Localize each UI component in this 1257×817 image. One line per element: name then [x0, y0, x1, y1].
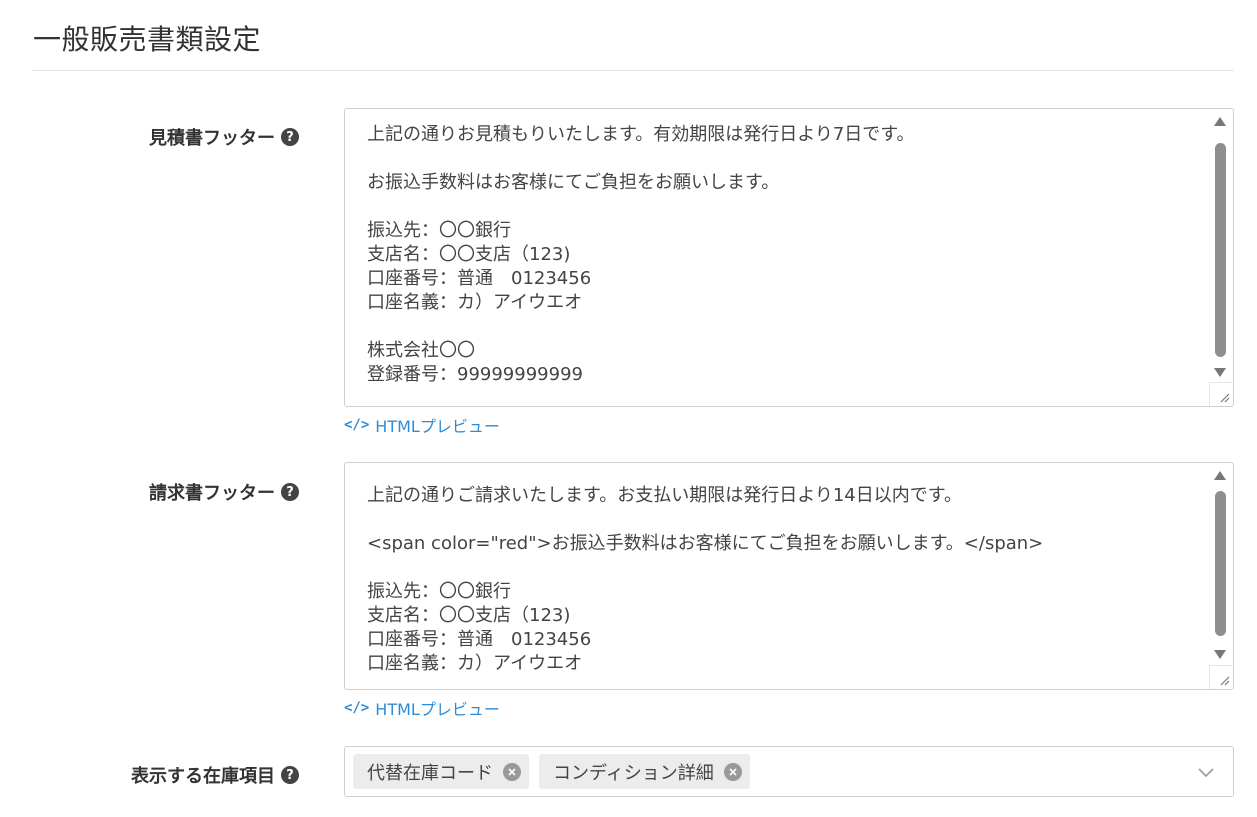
invoice-footer-text[interactable]: 上記の通りご請求いたします。お支払い期限は発行日より14日以内です。 <span… — [367, 484, 1203, 683]
chevron-down-icon[interactable] — [1197, 764, 1215, 783]
invoice-html-preview-link[interactable]: </> HTMLプレビュー — [344, 696, 500, 720]
stock-items-label-text: 表示する在庫項目 — [131, 766, 275, 787]
estimate-footer-label: 見積書フッター ? — [149, 124, 299, 150]
scroll-up-arrow-icon[interactable] — [1214, 117, 1226, 126]
question-circle-icon[interactable]: ? — [281, 483, 299, 501]
invoice-footer-scrollbar[interactable] — [1207, 463, 1233, 689]
estimate-html-preview-label: HTMLプレビュー — [375, 417, 500, 436]
scroll-thumb[interactable] — [1215, 143, 1226, 357]
close-circle-icon[interactable] — [723, 762, 742, 781]
close-circle-icon[interactable] — [503, 762, 521, 781]
invoice-html-preview-label: HTMLプレビュー — [375, 700, 500, 719]
code-icon: </> — [344, 700, 370, 716]
code-icon: </> — [344, 417, 370, 433]
page-title: 一般販売書類設定 — [33, 23, 262, 56]
stock-items-label: 表示する在庫項目 ? — [131, 762, 299, 788]
title-divider — [32, 70, 1234, 71]
estimate-footer-textarea[interactable]: 上記の通りお見積もりいたします。有効期限は発行日より7日です。 お振込手数料はお… — [344, 108, 1234, 407]
question-circle-icon[interactable]: ? — [281, 128, 299, 146]
stock-items-select[interactable]: 代替在庫コード コンディション詳細 — [344, 746, 1234, 797]
scroll-down-arrow-icon[interactable] — [1214, 368, 1226, 377]
scroll-thumb[interactable] — [1215, 491, 1226, 636]
scroll-down-arrow-icon[interactable] — [1214, 650, 1226, 659]
selected-tag: 代替在庫コード — [353, 754, 529, 789]
estimate-footer-text[interactable]: 上記の通りお見積もりいたします。有効期限は発行日より7日です。 お振込手数料はお… — [367, 123, 1203, 392]
question-circle-icon[interactable]: ? — [281, 766, 299, 784]
tag-label: コンディション詳細 — [553, 762, 714, 784]
resize-handle-icon[interactable] — [1209, 382, 1233, 406]
tag-label: 代替在庫コード — [367, 762, 493, 784]
selected-tag: コンディション詳細 — [539, 754, 750, 789]
invoice-footer-textarea[interactable]: 上記の通りご請求いたします。お支払い期限は発行日より14日以内です。 <span… — [344, 462, 1234, 690]
estimate-footer-scrollbar[interactable] — [1207, 109, 1233, 406]
scroll-up-arrow-icon[interactable] — [1214, 471, 1226, 480]
invoice-footer-label: 請求書フッター ? — [149, 479, 299, 505]
invoice-footer-label-text: 請求書フッター — [149, 483, 275, 504]
resize-handle-icon[interactable] — [1209, 665, 1233, 689]
estimate-footer-label-text: 見積書フッター — [149, 128, 275, 149]
estimate-html-preview-link[interactable]: </> HTMLプレビュー — [344, 413, 500, 437]
